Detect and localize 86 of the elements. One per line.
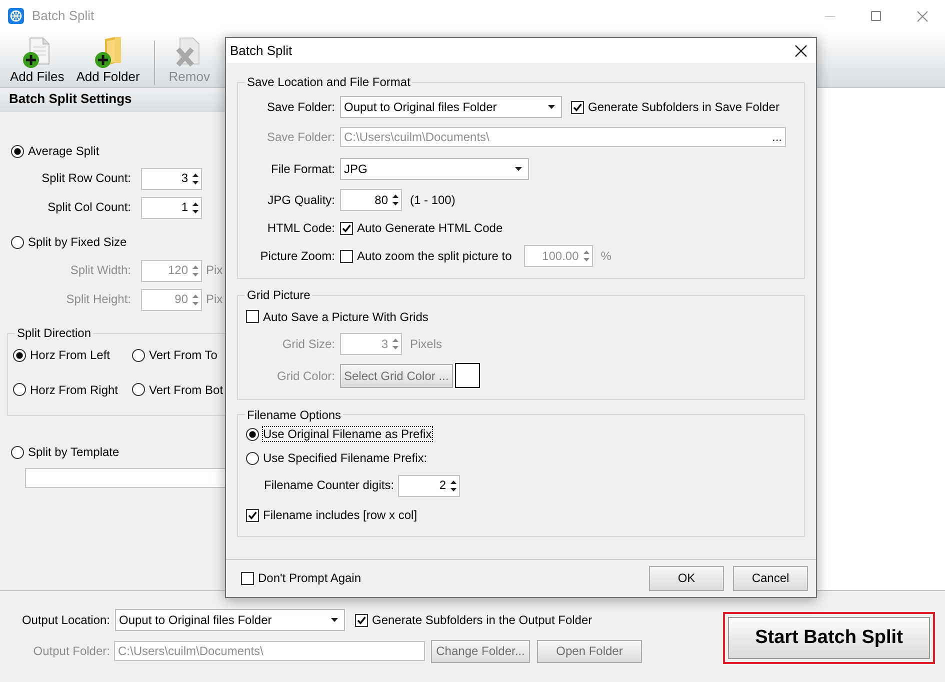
field-label: JPG Quality: [266, 192, 335, 208]
radio-button[interactable] [11, 144, 24, 158]
field-label: Split Height: [65, 292, 131, 307]
spin-arrows-icon[interactable] [192, 200, 199, 214]
unit-label: Pix [206, 292, 223, 307]
dialog-button[interactable]: Cancel [733, 566, 808, 591]
checkbox[interactable] [246, 310, 259, 324]
checkbox[interactable] [241, 572, 254, 585]
checkbox[interactable] [340, 250, 353, 263]
option-label: Auto Generate HTML Code [357, 221, 503, 236]
app-icon [8, 8, 24, 24]
checkbox[interactable] [355, 614, 368, 626]
maximize-icon[interactable] [871, 11, 881, 21]
dropdown[interactable]: Ouput to Original files Folder [115, 609, 345, 631]
group-title: Grid Picture [246, 288, 312, 303]
radio-button[interactable] [11, 236, 24, 248]
field-label: Output Location: [20, 612, 110, 628]
field-label: Split Col Count: [46, 200, 131, 215]
folder-button[interactable]: Open Folder [537, 640, 642, 662]
option-label: Generate Subfolders in the Output Folder [372, 612, 592, 628]
option-label: Filename includes [row x col] [263, 508, 418, 523]
spin-arrows-icon[interactable] [192, 172, 199, 186]
spin-box[interactable]: 80 [340, 188, 402, 211]
add-file-icon [22, 36, 52, 69]
toolbar-button[interactable]: Add Folder [70, 34, 146, 84]
field-label: Picture Zoom: [259, 249, 335, 264]
checkbox[interactable] [340, 222, 353, 235]
spin-arrows-icon[interactable] [392, 192, 399, 207]
spin-box[interactable]: 1 [141, 196, 202, 218]
unit-label: Pixels [410, 336, 442, 351]
field-label: Save Folder: [266, 130, 335, 145]
option-label: Auto zoom the split picture to [357, 249, 512, 264]
dropdown[interactable]: Ouput to Original files Folder [340, 96, 562, 118]
radio-button[interactable] [11, 446, 24, 458]
radio-button[interactable] [132, 383, 145, 396]
field-label: Split Row Count: [40, 171, 131, 186]
radio-button[interactable] [246, 452, 259, 465]
option-label: Vert From To [149, 348, 218, 363]
spin-box[interactable]: 3 [141, 168, 202, 190]
checkbox[interactable] [246, 509, 259, 522]
caret-icon[interactable] [515, 167, 522, 172]
option-label: Generate Subfolders in Save Folder [588, 100, 780, 115]
field-label: Output Folder: [32, 644, 110, 658]
radio-button[interactable] [13, 383, 26, 396]
option-label: Use Original Filename as Prefix [263, 426, 432, 442]
unit-label: % [600, 249, 612, 264]
group-title: Filename Options [246, 408, 342, 422]
color-swatch[interactable] [454, 363, 480, 388]
group-title: Save Location and File Format [246, 75, 412, 90]
dropdown[interactable]: JPG [340, 158, 529, 180]
radio-button[interactable] [246, 428, 259, 441]
dialog-button[interactable]: OK [649, 566, 724, 591]
caret-icon[interactable] [331, 618, 338, 622]
field-label: Split Width: [69, 263, 131, 278]
folder-button[interactable]: Change Folder... [431, 640, 530, 662]
panel-header: Batch Split Settings [0, 88, 225, 112]
group-title: Split Direction [16, 326, 92, 340]
spin-arrows-icon[interactable] [450, 478, 458, 493]
radio-button[interactable] [13, 349, 26, 362]
option-label: Horz From Right [30, 382, 118, 398]
start-button[interactable]: Start Batch Split [728, 617, 930, 659]
option-label: Horz From Left [30, 348, 110, 363]
toolbar-button[interactable]: Add Files [4, 34, 70, 84]
option-label: Vert From Bot [149, 382, 224, 398]
spin-box[interactable]: 2 [398, 474, 460, 497]
field-label: Grid Color: [276, 368, 335, 383]
checkbox[interactable] [571, 100, 584, 114]
dialog-title: Batch Split [229, 42, 294, 58]
hint-label: (1 - 100) [410, 192, 456, 208]
caret-icon[interactable] [548, 105, 555, 110]
window-title: Batch Split [32, 8, 96, 24]
add-folder-icon [93, 36, 123, 69]
option-label: Use Specified Filename Prefix: [263, 450, 428, 466]
option-label: Split by Fixed Size [28, 234, 127, 250]
field-label: File Format: [270, 162, 335, 177]
option-label: Don't Prompt Again [258, 571, 362, 586]
close-icon[interactable] [795, 44, 807, 56]
radio-button[interactable] [132, 349, 145, 362]
option-label: Split by Template [28, 444, 120, 460]
option-label: Auto Save a Picture With Grids [263, 310, 428, 324]
option-label: Average Split [28, 144, 100, 158]
field-label: HTML Code: [266, 221, 335, 236]
field-label: Grid Size: [281, 336, 335, 351]
unit-label: Pix [206, 263, 223, 278]
field-label: Save Folder: [266, 100, 335, 115]
field-label: Filename Counter digits: [264, 478, 394, 493]
